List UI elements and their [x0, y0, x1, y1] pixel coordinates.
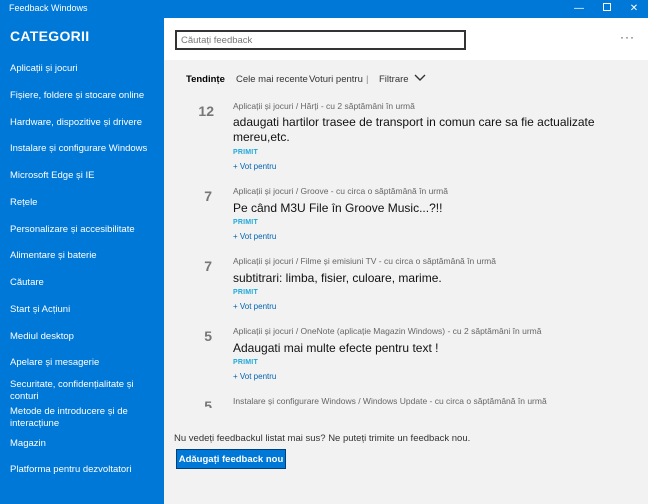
sidebar-item-personalization[interactable]: Personalizare și accesibilitate	[10, 224, 158, 236]
feedback-meta: Instalare și configurare Windows / Windo…	[233, 396, 547, 406]
close-icon: ✕	[629, 3, 639, 14]
upvote-button[interactable]: + Vot pentru	[233, 232, 276, 241]
vote-count: 5	[204, 328, 212, 344]
feedback-title[interactable]: adaugati hartilor trasee de transport in…	[233, 115, 613, 145]
upvote-button[interactable]: + Vot pentru	[233, 302, 276, 311]
top-bar: ···	[164, 18, 648, 60]
sidebar-item-start[interactable]: Start și Acțiuni	[10, 304, 158, 316]
sidebar-item-install[interactable]: Instalare și configurare Windows	[10, 143, 158, 155]
sidebar-item-power[interactable]: Alimentare și baterie	[10, 250, 158, 262]
sidebar-item-calling[interactable]: Apelare și mesagerie	[10, 357, 158, 369]
tab-recent[interactable]: Cele mai recente	[236, 74, 308, 85]
sidebar-item-developer[interactable]: Platforma pentru dezvoltatori	[10, 464, 158, 476]
status-badge: PRIMIT	[233, 289, 258, 296]
maximize-button[interactable]	[593, 0, 621, 18]
sidebar-item-desktop[interactable]: Mediul desktop	[10, 331, 158, 343]
footer-note: Nu vedeți feedbackul listat mai sus? Ne …	[174, 433, 471, 444]
minimize-button[interactable]: —	[565, 0, 593, 18]
status-badge: PRIMIT	[233, 219, 258, 226]
feedback-meta: Aplicații și jocuri / Filme și emisiuni …	[233, 256, 496, 266]
tab-separator: |	[366, 74, 369, 85]
vote-count: 7	[204, 188, 212, 204]
add-feedback-button[interactable]: Adăugați feedback nou	[176, 449, 286, 469]
vote-count: 5	[204, 398, 212, 408]
main-content: ··· Tendințe Cele mai recente Voturi pen…	[164, 18, 648, 504]
feedback-meta: Aplicații și jocuri / Groove - cu circa …	[233, 186, 448, 196]
sidebar-item-store[interactable]: Magazin	[10, 438, 158, 450]
minimize-icon: —	[574, 3, 584, 14]
feedback-item[interactable]: 5 Instalare și configurare Windows / Win…	[164, 396, 648, 408]
chevron-down-icon[interactable]	[414, 73, 426, 83]
sidebar-item-input[interactable]: Metode de introducere și de interacțiune	[10, 406, 158, 430]
close-button[interactable]: ✕	[620, 0, 648, 18]
sidebar-item-security[interactable]: Securitate, confidențialitate și conturi	[10, 379, 158, 403]
upvote-button[interactable]: + Vot pentru	[233, 162, 276, 171]
window-title: Feedback Windows	[9, 3, 88, 13]
sidebar-heading: CATEGORII	[10, 28, 90, 44]
tab-top-voted[interactable]: Voturi pentru	[309, 74, 363, 85]
sidebar-item-search[interactable]: Căutare	[10, 277, 158, 289]
vote-count: 7	[204, 258, 212, 274]
search-input[interactable]	[175, 30, 466, 50]
maximize-icon	[603, 3, 611, 12]
feedback-title[interactable]: Pe când M3U File în Groove Music...?!!	[233, 201, 613, 216]
sidebar-item-hardware[interactable]: Hardware, dispozitive și drivere	[10, 117, 158, 129]
feedback-title[interactable]: Adaugati mai multe efecte pentru text !	[233, 341, 613, 356]
feedback-title[interactable]: subtitrari: limba, fisier, culoare, mari…	[233, 271, 613, 286]
categories-sidebar: CATEGORII Aplicații și jocuri Fișiere, f…	[0, 18, 164, 504]
title-bar: Feedback Windows — ✕	[0, 0, 648, 18]
feedback-meta: Aplicații și jocuri / OneNote (aplicație…	[233, 326, 542, 336]
tab-trending[interactable]: Tendințe	[186, 74, 225, 85]
vote-count: 12	[198, 103, 214, 119]
feedback-meta: Aplicații și jocuri / Hărți - cu 2 săptă…	[233, 101, 415, 111]
sidebar-item-files[interactable]: Fișiere, foldere și stocare online	[10, 90, 158, 102]
status-badge: PRIMIT	[233, 359, 258, 366]
sidebar-item-apps-games[interactable]: Aplicații și jocuri	[10, 63, 158, 75]
sidebar-item-edge[interactable]: Microsoft Edge și IE	[10, 170, 158, 182]
sidebar-item-networks[interactable]: Rețele	[10, 197, 158, 209]
status-badge: PRIMIT	[233, 149, 258, 156]
upvote-button[interactable]: + Vot pentru	[233, 372, 276, 381]
filter-button[interactable]: Filtrare	[379, 74, 409, 85]
more-options-icon[interactable]: ···	[620, 30, 635, 44]
